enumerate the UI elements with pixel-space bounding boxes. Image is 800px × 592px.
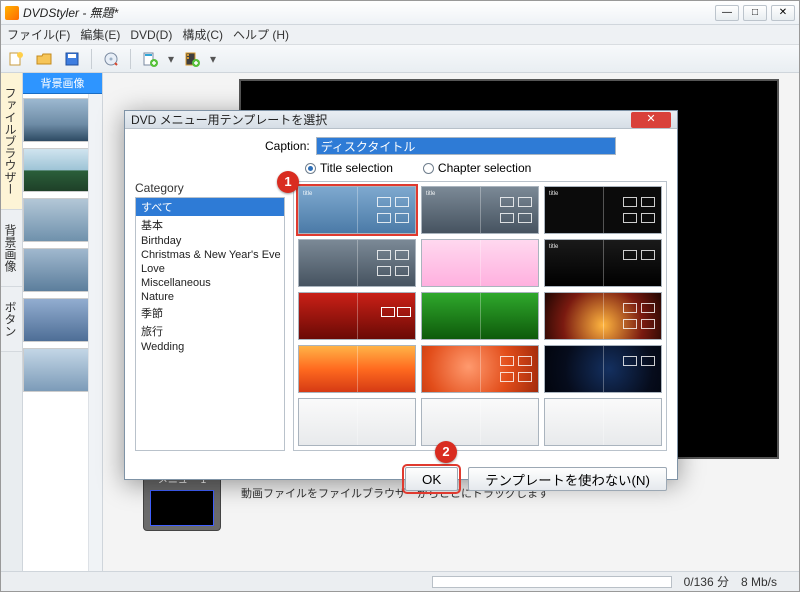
menu-file[interactable]: ファイル(F) — [7, 26, 70, 43]
bg-thumb[interactable] — [23, 98, 88, 142]
tab-bg-images[interactable]: 背景画像 — [1, 210, 22, 287]
template-thumb[interactable] — [544, 292, 662, 340]
template-thumb[interactable] — [421, 398, 539, 446]
template-thumb[interactable] — [298, 345, 416, 393]
window-controls: — □ ✕ — [715, 5, 795, 21]
menubar: ファイル(F) 編集(E) DVD(D) 構成(C) ヘルプ (H) — [1, 25, 799, 45]
tab-file-browser[interactable]: ファイルブラウザー — [1, 73, 22, 210]
radio-chapter-selection[interactable]: Chapter selection — [423, 161, 531, 175]
template-thumb[interactable] — [298, 239, 416, 287]
caption-row: Caption: — [265, 137, 667, 155]
bg-thumb[interactable] — [23, 348, 88, 392]
menu-dvd[interactable]: DVD(D) — [130, 28, 172, 42]
dialog-body: Caption: Title selection Chapter selecti… — [125, 129, 677, 459]
dialog-title: DVD メニュー用テンプレートを選択 — [131, 111, 631, 128]
template-thumb[interactable]: title — [421, 186, 539, 234]
progress-bar — [432, 576, 672, 588]
template-thumb[interactable]: title — [544, 186, 662, 234]
radio-chapter-label: Chapter selection — [438, 161, 531, 175]
callout-2: 2 — [435, 441, 457, 463]
side-tabs: ファイルブラウザー 背景画像 ボタン — [1, 73, 23, 571]
background-browser: 背景画像 — [23, 73, 103, 571]
template-grid: title title title title — [293, 181, 667, 451]
toolbar-sep — [91, 49, 92, 69]
category-item[interactable]: 旅行 — [136, 322, 284, 340]
toolbar-sep — [130, 49, 131, 69]
bg-thumb[interactable] — [23, 248, 88, 292]
category-item[interactable]: 基本 — [136, 216, 284, 234]
callout-1: 1 — [277, 171, 299, 193]
no-template-button[interactable]: テンプレートを使わない(N) — [468, 467, 667, 491]
category-item[interactable]: Wedding — [136, 340, 284, 354]
menu-edit[interactable]: 編集(E) — [80, 26, 120, 43]
maximize-button[interactable]: □ — [743, 5, 767, 21]
bg-thumb[interactable] — [23, 298, 88, 342]
dialog-main: Category すべて 基本 Birthday Christmas & New… — [135, 181, 667, 451]
add-file-icon[interactable] — [139, 48, 161, 70]
category-item[interactable]: すべて — [136, 198, 284, 216]
category-item[interactable]: 季節 — [136, 304, 284, 322]
template-thumb[interactable] — [298, 398, 416, 446]
burn-disc-icon[interactable] — [100, 48, 122, 70]
category-item[interactable]: Birthday — [136, 234, 284, 248]
caption-input[interactable] — [316, 137, 616, 155]
radio-row: Title selection Chapter selection — [305, 161, 667, 175]
titlebar: DVDStyler - 無題* — □ ✕ — [1, 1, 799, 25]
bg-thumb[interactable] — [23, 198, 88, 242]
add-title-icon[interactable] — [181, 48, 203, 70]
template-thumb[interactable] — [421, 345, 539, 393]
caption-label: Caption: — [265, 139, 310, 153]
template-thumb[interactable] — [544, 398, 662, 446]
new-project-icon[interactable] — [5, 48, 27, 70]
category-item[interactable]: Nature — [136, 290, 284, 304]
category-list: すべて 基本 Birthday Christmas & New Year's E… — [135, 197, 285, 451]
radio-title-label: Title selection — [320, 161, 393, 175]
dropdown-arrow-icon[interactable]: ▾ — [209, 52, 217, 66]
category-column: Category すべて 基本 Birthday Christmas & New… — [135, 181, 285, 451]
app-icon — [5, 6, 19, 20]
bg-thumb-list — [23, 94, 88, 571]
category-label: Category — [135, 181, 285, 195]
bg-thumb[interactable] — [23, 148, 88, 192]
bitrate-text: 8 Mb/s — [741, 575, 777, 589]
window-title: DVDStyler - 無題* — [23, 4, 715, 21]
tab-buttons[interactable]: ボタン — [1, 287, 22, 352]
minimize-button[interactable]: — — [715, 5, 739, 21]
menu-help[interactable]: ヘルプ (H) — [233, 26, 289, 43]
radio-title-selection[interactable]: Title selection — [305, 161, 393, 175]
dialog-close-button[interactable]: ✕ — [631, 112, 671, 128]
open-icon[interactable] — [33, 48, 55, 70]
template-thumb[interactable] — [421, 239, 539, 287]
save-icon[interactable] — [61, 48, 83, 70]
scrollbar[interactable] — [88, 94, 102, 571]
category-item[interactable]: Love — [136, 262, 284, 276]
dialog-titlebar: DVD メニュー用テンプレートを選択 ✕ — [125, 111, 677, 129]
statusbar: 0/136 分 8 Mb/s — [1, 571, 799, 591]
template-thumb[interactable] — [544, 345, 662, 393]
toolbar: ▾ ▾ — [1, 45, 799, 73]
category-item[interactable]: Christmas & New Year's Eve — [136, 248, 284, 262]
template-thumb[interactable] — [421, 292, 539, 340]
template-dialog: DVD メニュー用テンプレートを選択 ✕ Caption: Title sele… — [124, 110, 678, 480]
bg-browser-header: 背景画像 — [23, 73, 102, 94]
category-item[interactable]: Miscellaneous — [136, 276, 284, 290]
progress-text: 0/136 分 — [684, 573, 729, 590]
template-thumb[interactable]: title — [544, 239, 662, 287]
ok-button[interactable]: OK — [405, 467, 458, 491]
template-thumb[interactable]: title — [298, 186, 416, 234]
dropdown-arrow-icon[interactable]: ▾ — [167, 52, 175, 66]
menu-config[interactable]: 構成(C) — [182, 26, 223, 43]
dialog-buttons: OK テンプレートを使わない(N) — [125, 459, 677, 501]
close-button[interactable]: ✕ — [771, 5, 795, 21]
template-thumb[interactable] — [298, 292, 416, 340]
